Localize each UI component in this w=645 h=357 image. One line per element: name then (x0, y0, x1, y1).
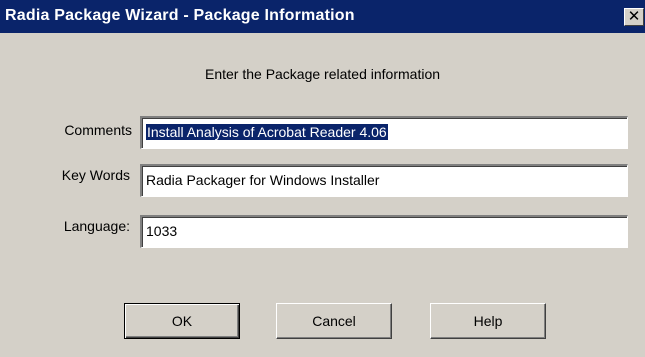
keywords-value: Radia Packager for Windows Installer (146, 172, 380, 188)
language-label: Language: (63, 218, 130, 234)
comments-label: Comments (64, 122, 132, 138)
help-button[interactable]: Help (430, 303, 546, 339)
language-value: 1033 (146, 223, 178, 239)
dialog-window: Radia Package Wizard - Package Informati… (0, 0, 645, 357)
close-icon: ✕ (627, 7, 641, 25)
window-title: Radia Package Wizard - Package Informati… (5, 7, 355, 24)
ok-button[interactable]: OK (124, 303, 240, 339)
comments-field[interactable]: Install Analysis of Acrobat Reader 4.06 (140, 116, 628, 149)
language-field[interactable]: 1033 (140, 215, 628, 248)
cancel-button[interactable]: Cancel (276, 303, 392, 339)
keywords-label: Key Words (61, 167, 130, 183)
instructions-heading: Enter the Package related information (204, 66, 441, 82)
comments-value: Install Analysis of Acrobat Reader 4.06 (146, 124, 388, 140)
title-bar[interactable]: Radia Package Wizard - Package Informati… (0, 0, 645, 33)
close-button[interactable]: ✕ (624, 8, 644, 26)
keywords-field[interactable]: Radia Packager for Windows Installer (140, 164, 628, 197)
